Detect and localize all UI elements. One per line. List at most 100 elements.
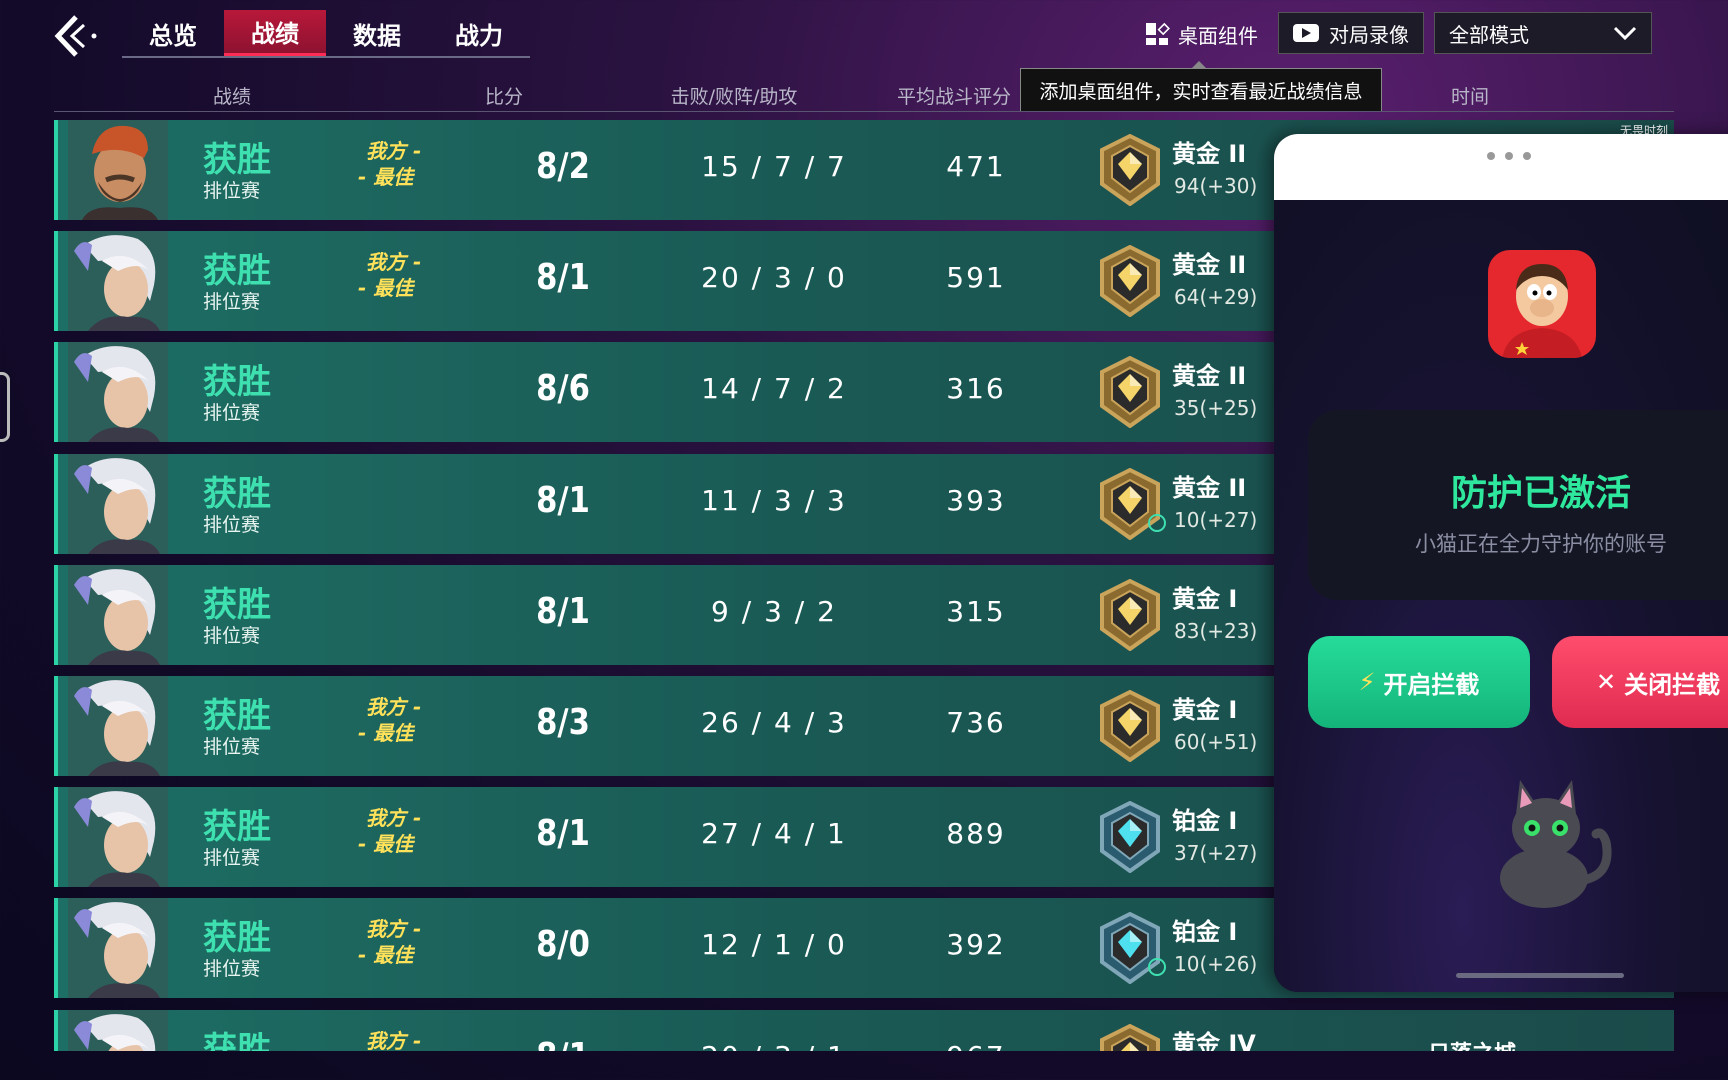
rank-badge-icon: [1098, 133, 1162, 207]
replay-button[interactable]: 对局录像: [1278, 12, 1424, 54]
mvp-line-1: 我方 -: [366, 1028, 422, 1051]
rank-name: 黄金 II: [1172, 251, 1247, 280]
tab-records[interactable]: 战绩: [224, 10, 326, 56]
rank-badge-icon: [1098, 244, 1162, 318]
match-kda: 26 / 4 / 3: [701, 706, 847, 739]
back-arrow-icon: [54, 15, 97, 57]
match-mode: 排位赛: [203, 513, 261, 536]
video-play-icon: [1293, 24, 1319, 42]
match-rating: 967: [916, 1040, 1036, 1051]
match-result: 获胜: [203, 251, 271, 292]
panel-handle[interactable]: [1274, 134, 1728, 200]
chevron-down-icon: [1613, 26, 1637, 41]
match-rating: 393: [946, 483, 1006, 517]
rank-badge-icon: [1098, 800, 1162, 874]
mvp-line-1: 我方 -: [366, 250, 422, 275]
match-rating: 315: [946, 594, 1006, 628]
lightning-icon: ⚡: [1358, 668, 1376, 696]
match-score: 8/3: [536, 702, 590, 743]
match-mode: 排位赛: [203, 291, 261, 314]
tab-power[interactable]: 战力: [428, 10, 530, 56]
rank-points: 60(+51): [1174, 730, 1258, 754]
header-time: 时间: [1450, 86, 1490, 108]
protection-title: 防护已激活: [1450, 473, 1631, 514]
hero-avatar: [68, 231, 168, 332]
mvp-line-2: - 最佳: [358, 721, 414, 745]
back-button[interactable]: [50, 12, 106, 60]
match-score: 8/1: [536, 813, 590, 855]
match-kda: 11 / 3 / 3: [701, 483, 847, 517]
match-kda: 9 / 3 / 2: [711, 594, 837, 628]
rank-points: 10(+26): [1174, 952, 1258, 977]
match-result: 获胜: [203, 807, 271, 848]
match-score: 8/6: [536, 368, 590, 410]
match-row[interactable]: 获胜 我方 - - 最佳 8/1 20 / 3 / 1 967 黄金 IV 日落…: [54, 1009, 1674, 1051]
mvp-badge: 我方 - - 最佳: [358, 138, 421, 190]
match-result: 获胜: [203, 1029, 271, 1051]
protection-subtitle: 小猫正在全力守护你的账号: [1415, 532, 1667, 556]
mvp-line-2: - 最佳: [358, 276, 414, 301]
rank-points: 64(+29): [1174, 285, 1258, 310]
desktop-widget-button[interactable]: 桌面组件: [1146, 16, 1258, 52]
match-mode: 排位赛: [203, 847, 261, 870]
enable-intercept-button[interactable]: ⚡ 开启拦截: [1308, 636, 1530, 728]
match-score: 8/0: [536, 924, 590, 966]
match-kda: 27 / 4 / 1: [701, 817, 847, 851]
rank-points: 83(+23): [1174, 618, 1258, 643]
mvp-line-2: - 最佳: [358, 943, 414, 968]
match-mode: 排位赛: [203, 958, 261, 981]
mvp-badge: 我方 - - 最佳: [358, 805, 421, 857]
match-rating: 392: [946, 928, 1006, 962]
hero-avatar: [68, 564, 168, 665]
mvp-line-1: 我方 -: [366, 695, 422, 719]
match-rating: 736: [946, 706, 1006, 739]
match-mode: 排位赛: [203, 736, 261, 758]
match-result: 获胜: [203, 918, 271, 959]
home-indicator: [1456, 973, 1624, 978]
mvp-badge: 我方 - - 最佳: [358, 694, 421, 746]
match-kda: 20 / 3 / 1: [658, 1040, 890, 1051]
tab-data[interactable]: 数据: [326, 10, 428, 56]
rank-points: 35(+25): [1174, 396, 1258, 421]
header-record: 战绩: [212, 86, 252, 108]
match-score: 8/1: [516, 1036, 610, 1051]
match-result: 获胜: [203, 473, 271, 514]
widget-grid-icon: [1146, 22, 1170, 45]
match-result: 获胜: [203, 140, 271, 180]
rank-badge-icon: [1098, 356, 1162, 429]
match-kda: 15 / 7 / 7: [701, 150, 847, 183]
match-score: 8/1: [536, 257, 590, 299]
match-result: 获胜: [203, 362, 271, 403]
rank-name: 黄金 IV: [1172, 1029, 1256, 1051]
promotion-icon: [1148, 958, 1166, 977]
tab-overview[interactable]: 总览: [122, 10, 224, 56]
app-avatar-icon: [1488, 250, 1596, 358]
hero-avatar: [68, 453, 168, 554]
promotion-icon: [1148, 513, 1166, 532]
header-score: 比分: [484, 86, 524, 108]
protection-status-card: 防护已激活 小猫正在全力守护你的账号: [1308, 410, 1728, 600]
mvp-line-2: - 最佳: [358, 165, 414, 189]
hero-avatar: [68, 1009, 168, 1051]
match-result: 获胜: [203, 696, 271, 736]
disable-intercept-button[interactable]: ✕ 关闭拦截: [1552, 636, 1728, 728]
enable-intercept-label: 开启拦截: [1383, 670, 1480, 699]
rank-badge-icon: [1098, 1023, 1162, 1051]
mode-select[interactable]: 全部模式: [1434, 12, 1652, 54]
match-score: 8/1: [536, 590, 590, 632]
rank-name: 黄金 I: [1172, 584, 1238, 613]
rank-badge-icon: [1098, 689, 1162, 763]
match-mode: 排位赛: [203, 402, 261, 425]
match-mode: 排位赛: [203, 180, 261, 202]
hero-avatar: [68, 342, 168, 443]
map-name: 日落之城: [1428, 1036, 1516, 1051]
mvp-line-1: 我方 -: [366, 917, 422, 942]
hero-avatar: [68, 787, 168, 888]
mode-select-value: 全部模式: [1449, 22, 1529, 47]
tab-bar: 总览 战绩 数据 战力: [122, 10, 530, 58]
protection-panel: 防护已激活 小猫正在全力守护你的账号 ⚡ 开启拦截 ✕ 关闭拦截: [1274, 134, 1728, 992]
match-rating: 591: [946, 261, 1006, 295]
cat-mascot-icon: [1500, 780, 1612, 908]
side-handle[interactable]: [0, 372, 10, 442]
rank-name: 铂金 I: [1172, 918, 1238, 947]
